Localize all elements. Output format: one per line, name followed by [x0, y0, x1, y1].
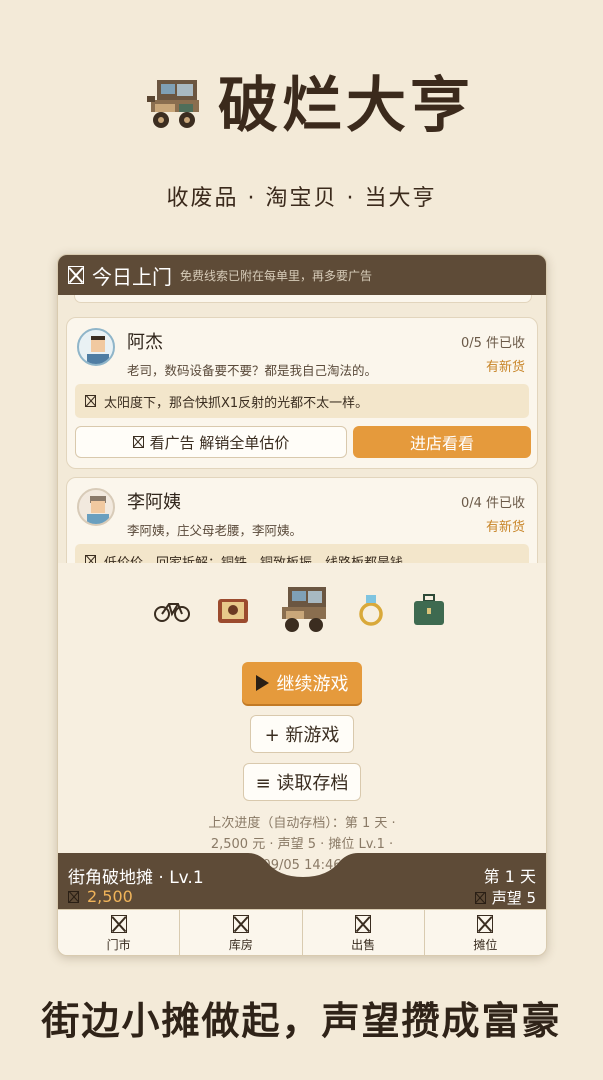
coin-icon: [68, 890, 79, 903]
visitor-name: 阿杰: [127, 332, 163, 353]
new-game-button[interactable]: + 新游戏: [250, 715, 354, 753]
collected-count: 0/5 件已收: [460, 336, 525, 351]
money-display: 2,500: [68, 887, 133, 906]
continue-label: 继续游戏: [276, 674, 349, 695]
header-title: 今日上门: [92, 264, 172, 289]
ad-icon: [132, 436, 144, 448]
shop-icon: [110, 914, 127, 933]
reputation-icon: [474, 891, 486, 904]
load-save-button[interactable]: ≡ 读取存档: [243, 763, 361, 801]
clue-icon: [85, 395, 96, 407]
reputation-display: 声望 5: [474, 887, 536, 908]
tab-label: 摊位: [473, 937, 498, 952]
watch-ad-label: 看广告 解销全单估价: [149, 433, 290, 452]
app-title: 破烂大亨: [218, 71, 474, 141]
visitor-name: 李阿姨: [127, 492, 181, 513]
tab-stall[interactable]: 摊位: [425, 910, 546, 955]
play-icon: [255, 675, 269, 691]
visitor-card: 李阿姨 李阿姨，庄父母老腰，李阿姨。 0/4 件已收 有新货 低价价，回家拆解：…: [66, 477, 538, 563]
continue-game-button[interactable]: 继续游戏: [242, 662, 362, 704]
avatar: [77, 488, 115, 526]
tab-sell[interactable]: 出售: [303, 910, 425, 955]
item-showcase: [58, 585, 546, 635]
tab-shop[interactable]: 门市: [58, 910, 181, 955]
visitor-description: 李阿姨，庄父母老腰，李阿姨。: [127, 523, 303, 538]
sell-icon: [355, 914, 372, 933]
status-badge: 有新货: [485, 360, 525, 375]
tab-label: 库房: [228, 937, 253, 952]
visitor-description: 老司，数码设备要不要？都是我自己淘法的。: [127, 363, 378, 378]
header-hint: 免费线索已附在每单里，再多要广告: [180, 268, 373, 283]
bicycle-icon: [154, 603, 190, 622]
bottom-tab-bar: 门市 库房 出售 摊位: [58, 909, 546, 955]
ring-icon: [359, 595, 383, 626]
tagline: 街边小摊做起，声望攒成富豪: [41, 999, 562, 1043]
reputation-value: 声望 5: [491, 889, 536, 907]
status-badge: 有新货: [485, 520, 525, 535]
clue-quote: 低价价，回家拆解：铜铁，铜致板振，线路板都是钱。: [75, 544, 529, 563]
avatar: [77, 328, 115, 366]
clue-icon: [85, 555, 96, 563]
stall-icon: [477, 914, 494, 933]
progress-line: 上次进度（自动存档）：第 1 天 ·: [208, 816, 396, 831]
tab-warehouse[interactable]: 库房: [180, 910, 303, 955]
today-visitors-header: 今日上门 免费线索已附在每单里，再多要广告: [58, 255, 546, 295]
tab-label: 门市: [106, 937, 131, 952]
game-screen: 今日上门 免费线索已附在每单里，再多要广告 阿杰 老司，数码设备要不要？都是我自…: [57, 254, 547, 956]
tab-label: 出售: [351, 937, 376, 952]
previous-card-edge: [74, 295, 532, 303]
clue-text: 低价价，回家拆解：铜铁，铜致板振，线路板都是钱。: [104, 555, 417, 564]
money-value: 2,500: [87, 887, 133, 906]
cart-icon: [282, 587, 326, 632]
suitcase-icon: [414, 594, 444, 625]
visitor-list[interactable]: 阿杰 老司，数码设备要不要？都是我自己淘法的。 0/5 件已收 有新货 太阳度下…: [58, 295, 546, 563]
enter-shop-button[interactable]: 进店看看: [353, 426, 531, 458]
watch-ad-button[interactable]: 看广告 解销全单估价: [75, 426, 347, 458]
clue-quote: 太阳度下，那合快抓X1反射的光都不太一样。: [75, 384, 529, 418]
visitor-card: 阿杰 老司，数码设备要不要？都是我自己淘法的。 0/5 件已收 有新货 太阳度下…: [66, 317, 538, 469]
collected-count: 0/4 件已收: [460, 496, 525, 511]
junk-cart-logo: [147, 80, 199, 128]
stall-name: 街角破地摊 · Lv.1: [68, 868, 204, 888]
progress-line: 2,500 元 · 声望 5 · 摊位 Lv.1 ·: [210, 837, 394, 852]
app-subtitle: 收废品 · 淘宝贝 · 当大亨: [166, 186, 437, 211]
warehouse-icon: [232, 914, 249, 933]
hero: 破烂大亨: [0, 60, 603, 150]
day-counter: 第 1 天: [483, 867, 536, 886]
radio-icon: [218, 599, 248, 623]
clue-text: 太阳度下，那合快抓X1反射的光都不太一样。: [104, 395, 369, 411]
visitors-icon: [68, 266, 84, 284]
